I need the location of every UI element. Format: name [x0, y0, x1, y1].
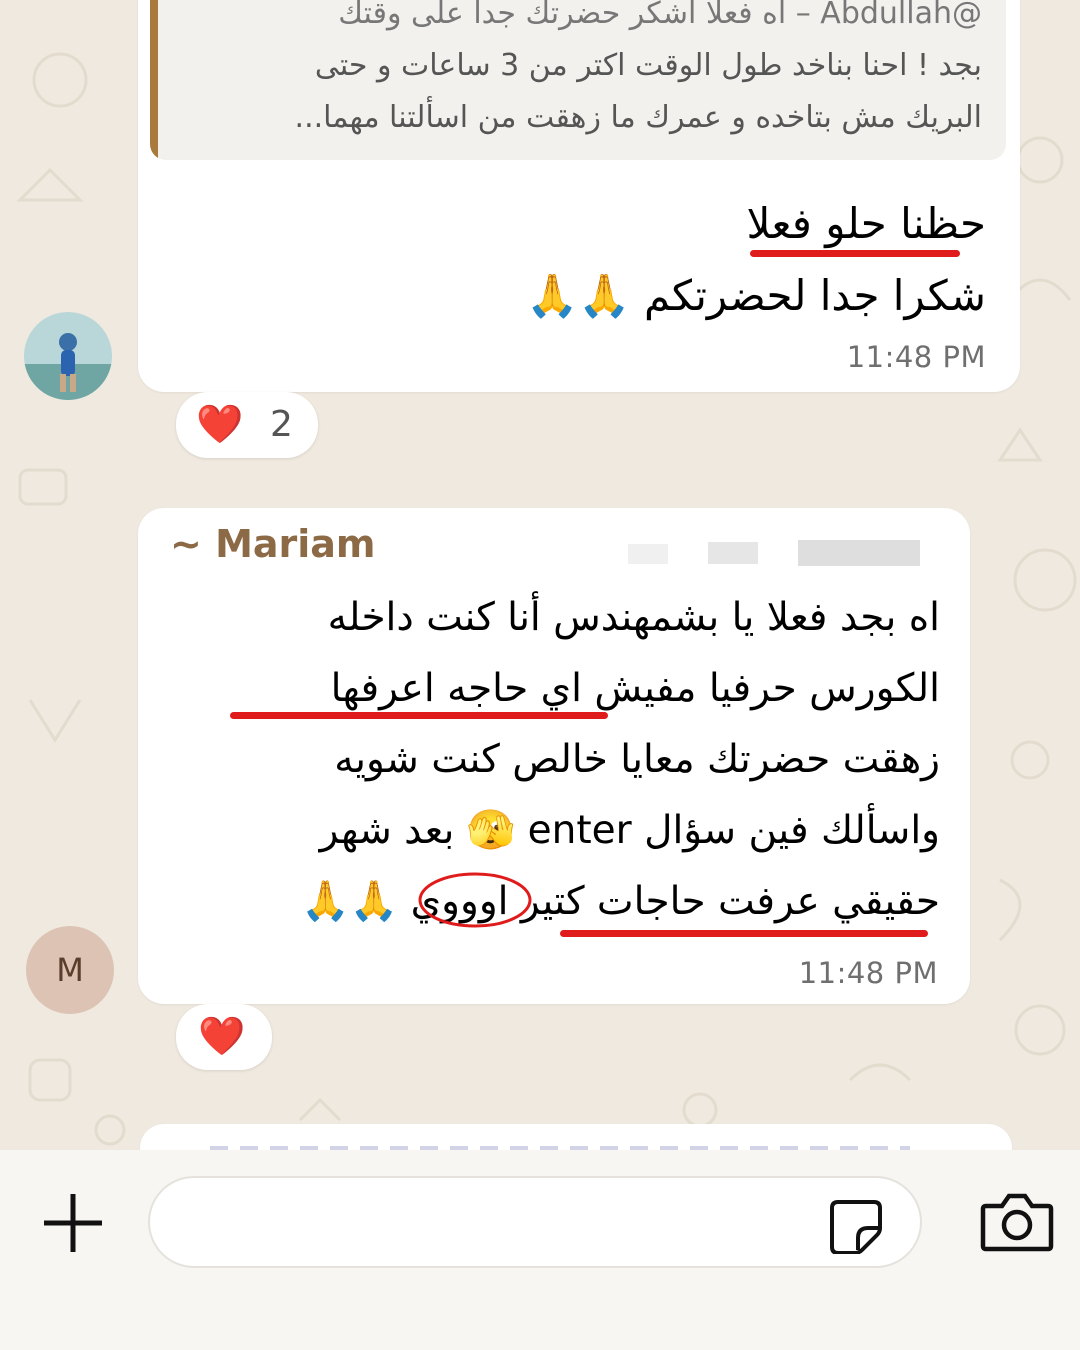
- redacted-phone: [628, 538, 928, 566]
- avatar-letter: M: [56, 951, 84, 989]
- red-underline-annotation: [230, 712, 608, 719]
- quote-text: @Abdullah – اه فعلا أشكر حضرتك جدا على و…: [182, 0, 982, 144]
- sticker-icon[interactable]: [828, 1198, 884, 1255]
- quote-bar: [150, 0, 158, 160]
- reaction-badge[interactable]: ❤️ 2: [176, 392, 318, 458]
- avatar[interactable]: M: [26, 926, 114, 1014]
- red-circle-annotation: [418, 872, 532, 928]
- plus-icon[interactable]: [40, 1190, 106, 1256]
- message-text: حظنا حلو فعلا شكرا جدا لحضرتكم 🙏🙏: [166, 188, 986, 332]
- red-underline-annotation: [750, 250, 960, 257]
- message-line: واسألك فين سؤال enter 🫣 بعد شهر: [319, 808, 940, 853]
- heart-icon: ❤️: [196, 402, 244, 446]
- message-bubble-previous[interactable]: @Abdullah – اه فعلا أشكر حضرتك جدا على و…: [138, 0, 1020, 392]
- message-input[interactable]: [148, 1176, 922, 1268]
- message-time: 11:48 PM: [798, 956, 938, 990]
- message-text: اه بجد فعلا يا بشمهندس أنا كنت داخله الك…: [160, 582, 940, 937]
- message-line: شكرا جدا لحضرتكم 🙏🙏: [526, 271, 986, 320]
- quote-line: بجد ! احنا بناخد طول الوقت اكتر من 3 ساع…: [314, 48, 982, 83]
- sender-name: ~ Mariam: [170, 522, 376, 566]
- message-time: 11:48 PM: [846, 340, 986, 374]
- message-bubble-mariam[interactable]: ~ Mariam اه بجد فعلا يا بشمهندس أنا كنت …: [138, 508, 970, 1004]
- reaction-count: 2: [270, 404, 293, 445]
- quoted-reply[interactable]: @Abdullah – اه فعلا أشكر حضرتك جدا على و…: [150, 0, 1006, 160]
- message-line: زهقت حضرتك معايا خالص كنت شويه: [334, 737, 940, 782]
- message-line: حقيقي عرفت حاجات كتير اوووي 🙏🙏: [301, 879, 940, 924]
- red-underline-annotation: [560, 930, 928, 937]
- avatar[interactable]: [24, 312, 112, 400]
- quote-line: @Abdullah – اه فعلا أشكر حضرتك جدا على و…: [338, 0, 982, 31]
- profile-photo: [24, 312, 112, 400]
- camera-icon[interactable]: [980, 1192, 1054, 1252]
- reaction-badge[interactable]: ❤️: [176, 1004, 272, 1070]
- heart-icon: ❤️: [198, 1014, 246, 1058]
- message-line: اه بجد فعلا يا بشمهندس أنا كنت داخله: [327, 595, 940, 640]
- quote-line: البريك مش بتاخده و عمرك ما زهقت من اسألت…: [294, 100, 982, 135]
